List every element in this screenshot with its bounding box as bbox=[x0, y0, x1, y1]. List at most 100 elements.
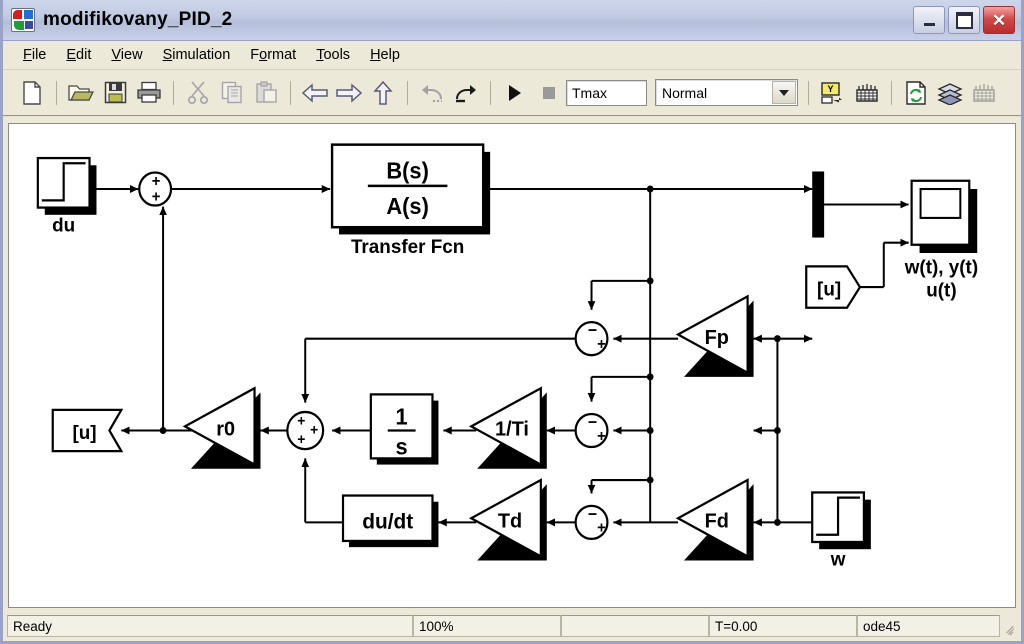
menu-tools[interactable]: Tools bbox=[306, 44, 360, 66]
gain-fp-label: Fp bbox=[705, 327, 729, 349]
status-time: T=0.00 bbox=[709, 615, 857, 637]
svg-text:Y: Y bbox=[827, 84, 833, 94]
stop-simulation-button[interactable] bbox=[532, 77, 566, 109]
gain-fd-label: Fd bbox=[705, 510, 729, 532]
block-step-w[interactable]: w bbox=[811, 491, 871, 571]
cut-button[interactable] bbox=[181, 77, 215, 109]
block-gain-fd[interactable]: Fd bbox=[675, 478, 754, 561]
sim-mode-value: Normal bbox=[662, 84, 708, 101]
block-sum-td[interactable]: − + bbox=[574, 504, 609, 541]
block-sum-ti[interactable]: − + bbox=[574, 412, 609, 449]
block-transfer-fcn[interactable]: B(s) A(s) Transfer Fcn bbox=[330, 143, 491, 258]
block-integrator[interactable]: 1 s bbox=[369, 393, 439, 465]
minimize-button[interactable] bbox=[913, 6, 945, 34]
back-button[interactable] bbox=[298, 77, 332, 109]
menu-edit-label: dit bbox=[76, 47, 92, 63]
print-button[interactable] bbox=[132, 77, 166, 109]
step-w-label: w bbox=[830, 549, 847, 570]
sum-fp-sign-top: − bbox=[588, 321, 597, 339]
paste-button[interactable] bbox=[249, 77, 283, 109]
debug-button[interactable] bbox=[850, 77, 884, 109]
from-u-label: [u] bbox=[817, 279, 841, 300]
sim-mode-select[interactable]: Normal bbox=[655, 79, 798, 106]
block-gain-td[interactable]: Td bbox=[468, 478, 547, 561]
menu-file[interactable]: File bbox=[13, 44, 56, 66]
menu-view[interactable]: View bbox=[101, 44, 152, 66]
goto-u-label: [u] bbox=[72, 422, 96, 443]
up-to-parent-button[interactable] bbox=[366, 77, 400, 109]
open-model-button[interactable] bbox=[64, 77, 98, 109]
block-derivative[interactable]: du/dt bbox=[341, 494, 439, 548]
block-step-du[interactable]: du bbox=[36, 156, 97, 236]
menu-file-label: ile bbox=[31, 47, 47, 63]
transfer-fcn-denominator: A(s) bbox=[386, 193, 429, 218]
build-button[interactable]: Y bbox=[816, 77, 850, 109]
menu-view-label: iew bbox=[120, 47, 143, 63]
integrator-numerator: 1 bbox=[396, 404, 408, 429]
maximize-button[interactable] bbox=[948, 6, 980, 34]
update-diagram-button[interactable] bbox=[899, 77, 933, 109]
step-du-label: du bbox=[52, 215, 75, 236]
simulink-model-window: modifikovany_PID_2 ✕ File Edit View Simu… bbox=[0, 0, 1024, 644]
redo-button[interactable] bbox=[449, 77, 483, 109]
scope-label-line2: u(t) bbox=[926, 280, 956, 301]
block-sum-center[interactable]: + + + bbox=[286, 410, 325, 451]
sum-fp-sign-left: + bbox=[597, 336, 606, 353]
chevron-down-icon[interactable] bbox=[772, 81, 796, 104]
status-bar: Ready 100% T=0.00 ode45 bbox=[3, 611, 1021, 641]
gain-r0-label: r0 bbox=[216, 418, 235, 440]
block-gain-ti[interactable]: 1/Ti bbox=[468, 386, 547, 469]
block-diagram[interactable]: du + + B(s) A(s) Transfer Fcn [u] w(t), … bbox=[9, 124, 1015, 607]
window-title: modifikovany_PID_2 bbox=[43, 9, 233, 30]
menu-simulation[interactable]: Simulation bbox=[153, 44, 241, 66]
block-gain-fp[interactable]: Fp bbox=[675, 294, 754, 377]
sum-ti-sign-top: − bbox=[588, 413, 597, 431]
menu-help[interactable]: Help bbox=[360, 44, 410, 66]
block-scope[interactable]: w(t), y(t) u(t) bbox=[904, 179, 978, 302]
integrator-denominator: s bbox=[396, 434, 408, 459]
sum-input-sign-bottom: + bbox=[152, 188, 161, 205]
sum-ti-sign-left: + bbox=[597, 428, 606, 445]
new-model-button[interactable] bbox=[15, 77, 49, 109]
menu-edit[interactable]: Edit bbox=[56, 44, 101, 66]
model-browser-button[interactable] bbox=[933, 77, 967, 109]
gain-ti-label: 1/Ti bbox=[495, 418, 529, 440]
sum-center-sign-2: + bbox=[310, 422, 318, 438]
menu-help-label: elp bbox=[380, 47, 400, 63]
derivative-label: du/dt bbox=[362, 509, 413, 533]
window-controls: ✕ bbox=[913, 6, 1015, 34]
library-browser-button[interactable] bbox=[967, 77, 1001, 109]
resize-grip-icon[interactable] bbox=[1003, 619, 1017, 636]
sum-center-sign-1: + bbox=[297, 413, 305, 429]
gain-td-label: Td bbox=[498, 510, 522, 532]
title-bar: modifikovany_PID_2 ✕ bbox=[3, 0, 1021, 41]
save-model-button[interactable] bbox=[98, 77, 132, 109]
block-goto-u[interactable]: [u] bbox=[51, 408, 124, 453]
transfer-fcn-numerator: B(s) bbox=[386, 158, 429, 183]
model-canvas[interactable]: du + + B(s) A(s) Transfer Fcn [u] w(t), … bbox=[8, 123, 1016, 608]
block-sum-fp[interactable]: − + bbox=[574, 321, 609, 357]
menu-bar: File Edit View Simulation Format Tools H… bbox=[3, 41, 1021, 70]
forward-button[interactable] bbox=[332, 77, 366, 109]
menu-format[interactable]: Format bbox=[240, 44, 306, 66]
stop-time-input[interactable]: Tmax bbox=[566, 79, 647, 106]
copy-button[interactable] bbox=[215, 77, 249, 109]
toolbar: Tmax Normal Y bbox=[3, 70, 1021, 117]
block-gain-r0[interactable]: r0 bbox=[182, 386, 261, 469]
close-button[interactable]: ✕ bbox=[983, 6, 1015, 34]
scope-label-line1: w(t), y(t) bbox=[904, 257, 978, 278]
block-mux[interactable] bbox=[812, 171, 825, 238]
sum-center-sign-3: + bbox=[297, 432, 305, 448]
start-simulation-button[interactable] bbox=[498, 77, 532, 109]
undo-button[interactable] bbox=[415, 77, 449, 109]
status-zoom: 100% bbox=[413, 615, 561, 637]
menu-tools-label: ools bbox=[323, 47, 351, 63]
status-blank bbox=[561, 615, 709, 637]
simulink-model-icon bbox=[11, 8, 35, 32]
block-sum-input[interactable]: + + bbox=[138, 171, 173, 207]
block-from-u[interactable]: [u] bbox=[805, 265, 862, 309]
sum-td-sign-left: + bbox=[597, 519, 606, 536]
sum-td-sign-top: − bbox=[588, 505, 597, 523]
status-solver: ode45 bbox=[857, 615, 1000, 637]
transfer-fcn-label: Transfer Fcn bbox=[351, 237, 464, 258]
